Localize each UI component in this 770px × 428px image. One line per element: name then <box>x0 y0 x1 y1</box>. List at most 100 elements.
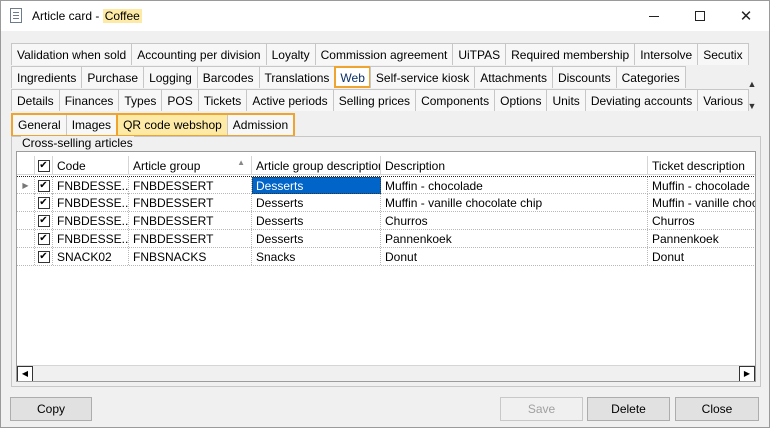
tab-ingredients[interactable]: Ingredients <box>11 66 83 88</box>
cell-description[interactable]: Donut <box>381 248 648 265</box>
subtab-general[interactable]: General <box>13 115 67 135</box>
cell-ticket[interactable]: Donut <box>648 248 755 265</box>
sort-ascending-icon: ▲ <box>237 158 245 167</box>
tab-components[interactable]: Components <box>415 89 496 111</box>
column-header-ticket-description[interactable]: Ticket description <box>648 156 755 175</box>
maximize-button[interactable] <box>677 1 723 31</box>
tab-active-periods[interactable]: Active periods <box>246 89 334 111</box>
close-window-button[interactable]: ✕ <box>723 1 769 31</box>
tab-logging[interactable]: Logging <box>143 66 198 88</box>
tab-deviating-accounts[interactable]: Deviating accounts <box>584 89 699 111</box>
row-checkbox[interactable]: ✔ <box>37 179 50 192</box>
row-checkbox[interactable]: ✔ <box>37 214 50 227</box>
row-indicator[interactable] <box>17 194 35 211</box>
cell-code[interactable]: FNBDESSE... <box>53 212 129 229</box>
subtab-admission[interactable]: Admission <box>227 115 294 135</box>
table-row[interactable]: ✔ SNACK02 FNBSNACKS Snacks Donut Donut <box>17 248 755 266</box>
row-indicator[interactable] <box>17 248 35 265</box>
tab-accounting-per-division[interactable]: Accounting per division <box>131 43 267 65</box>
cell-group-desc[interactable]: Desserts <box>252 194 381 211</box>
subtab-images[interactable]: Images <box>66 115 117 135</box>
table-row[interactable]: ▶ ✔ FNBDESSE... FNBDESSERT Desserts Muffin - … <box>17 176 755 194</box>
row-checkbox-cell[interactable]: ✔ <box>35 212 53 229</box>
cell-ticket[interactable]: Muffin - vanille chocol <box>648 194 755 211</box>
tab-uitpas[interactable]: UiTPAS <box>452 43 507 65</box>
cell-group-desc[interactable]: Desserts <box>252 212 381 229</box>
cell-ticket[interactable]: Churros <box>648 212 755 229</box>
tab-translations[interactable]: Translations <box>258 66 336 88</box>
tab-barcodes[interactable]: Barcodes <box>196 66 260 88</box>
tab-units[interactable]: Units <box>546 89 586 111</box>
row-checkbox[interactable]: ✔ <box>37 196 50 209</box>
horizontal-scrollbar[interactable]: ◀ ▶ <box>17 365 755 381</box>
column-header-article-group[interactable]: Article group ▲ <box>129 156 252 175</box>
tab-options[interactable]: Options <box>494 89 548 111</box>
select-all-checkbox[interactable]: ✔ <box>37 159 50 172</box>
column-header-code[interactable]: Code <box>53 156 129 175</box>
column-header-description[interactable]: Description <box>381 156 648 175</box>
scroll-left-button[interactable]: ◀ <box>17 365 33 381</box>
cell-code[interactable]: FNBDESSE... <box>53 230 129 247</box>
tab-finances[interactable]: Finances <box>58 89 120 111</box>
row-checkbox[interactable]: ✔ <box>37 232 50 245</box>
delete-button[interactable]: Delete <box>587 397 670 421</box>
close-button[interactable]: Close <box>675 397 759 421</box>
tab-pos[interactable]: POS <box>161 89 199 111</box>
cell-code[interactable]: FNBDESSE... <box>53 194 129 211</box>
tab-self-service-kiosk[interactable]: Self-service kiosk <box>369 66 476 88</box>
cell-description[interactable]: Muffin - vanille chocolate chip <box>381 194 648 211</box>
cell-group[interactable]: FNBDESSERT <box>129 230 252 247</box>
tab-attachments[interactable]: Attachments <box>474 66 553 88</box>
scroll-track[interactable] <box>33 366 739 381</box>
cell-ticket[interactable]: Muffin - chocolade <box>648 177 755 194</box>
cell-code[interactable]: SNACK02 <box>53 248 129 265</box>
minimize-button[interactable] <box>631 1 677 31</box>
column-header-article-group-description[interactable]: Article group description <box>252 156 381 175</box>
row-checkbox-cell[interactable]: ✔ <box>35 177 53 194</box>
tab-tickets[interactable]: Tickets <box>197 89 248 111</box>
tab-details[interactable]: Details <box>11 89 60 111</box>
tab-required-membership[interactable]: Required membership <box>505 43 636 65</box>
row-checkbox[interactable]: ✔ <box>37 250 50 263</box>
row-checkbox-cell[interactable]: ✔ <box>35 248 53 265</box>
cell-group-desc[interactable]: Desserts <box>252 230 381 247</box>
cell-group[interactable]: FNBSNACKS <box>129 248 252 265</box>
row-indicator[interactable] <box>17 230 35 247</box>
scroll-right-button[interactable]: ▶ <box>739 365 755 381</box>
cell-group[interactable]: FNBDESSERT <box>129 212 252 229</box>
cell-group-desc[interactable]: Snacks <box>252 248 381 265</box>
tab-types[interactable]: Types <box>118 89 163 111</box>
cell-group[interactable]: FNBDESSERT <box>129 177 252 194</box>
tab-secutix[interactable]: Secutix <box>697 43 749 65</box>
tab-selling-prices[interactable]: Selling prices <box>332 89 417 111</box>
table-row[interactable]: ✔ FNBDESSE... FNBDESSERT Desserts Muffin - v… <box>17 194 755 212</box>
cell-code[interactable]: FNBDESSE... <box>53 177 129 194</box>
tab-commission-agreement[interactable]: Commission agreement <box>314 43 454 65</box>
tab-intersolve[interactable]: Intersolve <box>634 43 699 65</box>
cell-ticket[interactable]: Pannenkoek <box>648 230 755 247</box>
tab-categories[interactable]: Categories <box>615 66 686 88</box>
row-indicator[interactable] <box>17 212 35 229</box>
cell-description[interactable]: Pannenkoek <box>381 230 648 247</box>
subtab-qr-code-webshop[interactable]: QR code webshop <box>118 115 228 135</box>
tab-web[interactable]: Web <box>334 66 371 88</box>
tab-scroll-down-icon[interactable]: ▼ <box>748 101 757 111</box>
row-checkbox-cell[interactable]: ✔ <box>35 194 53 211</box>
tab-discounts[interactable]: Discounts <box>551 66 617 88</box>
row-checkbox-cell[interactable]: ✔ <box>35 230 53 247</box>
tab-validation-when-sold[interactable]: Validation when sold <box>11 43 133 65</box>
tab-various[interactable]: Various <box>697 89 749 111</box>
tab-purchase[interactable]: Purchase <box>81 66 145 88</box>
table-row[interactable]: ✔ FNBDESSE... FNBDESSERT Desserts Churros Chu… <box>17 212 755 230</box>
cell-group-desc[interactable]: Desserts <box>252 177 381 194</box>
tab-loyalty[interactable]: Loyalty <box>265 43 316 65</box>
cell-description[interactable]: Churros <box>381 212 648 229</box>
copy-button[interactable]: Copy <box>10 397 92 421</box>
cell-description[interactable]: Muffin - chocolade <box>381 177 648 194</box>
row-indicator[interactable]: ▶ <box>17 177 35 194</box>
cell-group[interactable]: FNBDESSERT <box>129 194 252 211</box>
table-row[interactable]: ✔ FNBDESSE... FNBDESSERT Desserts Pannenkoek… <box>17 230 755 248</box>
save-button[interactable]: Save <box>500 397 583 421</box>
tab-scroll-up-icon[interactable]: ▲ <box>748 79 757 89</box>
header-select-all[interactable]: ✔ <box>35 156 53 175</box>
